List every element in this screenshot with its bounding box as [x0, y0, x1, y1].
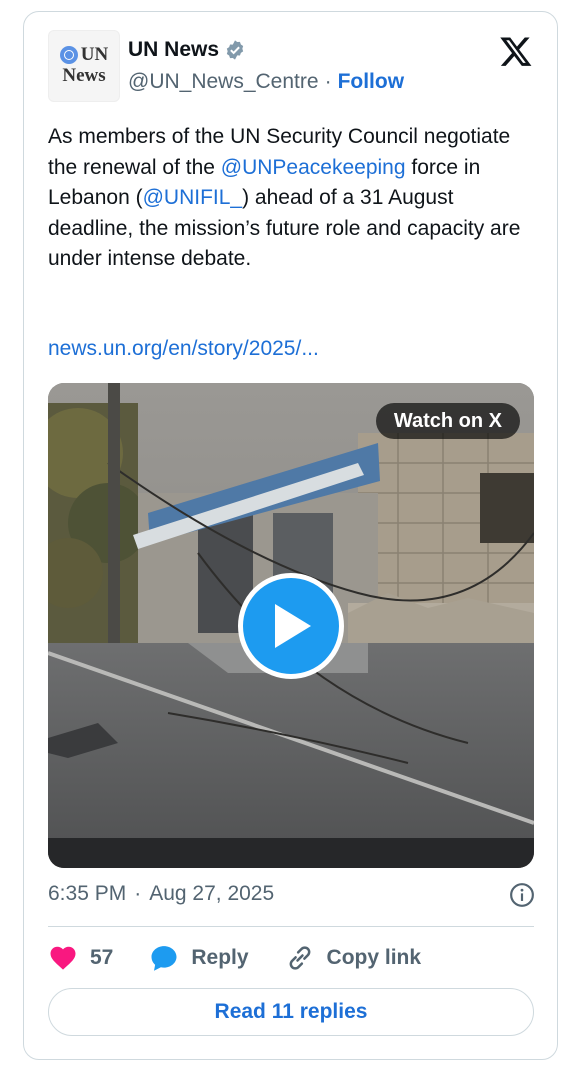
copy-link-button[interactable]: Copy link [285, 943, 422, 973]
avatar-text-news: News [62, 65, 106, 86]
tweet-time: 6:35 PM [48, 882, 127, 905]
play-button[interactable] [238, 573, 344, 679]
play-icon [275, 604, 311, 648]
author-name[interactable]: UN News [128, 38, 219, 62]
handle-separator: · [324, 70, 332, 93]
watch-on-x-button[interactable]: Watch on X [375, 403, 520, 439]
avatar[interactable]: UN News [48, 30, 120, 102]
tweet-date: Aug 27, 2025 [149, 882, 275, 905]
reply-label: Reply [191, 946, 249, 969]
copy-link-label: Copy link [326, 946, 422, 969]
timestamp-separator: · [134, 882, 142, 905]
mention-unifil[interactable]: @UNIFIL_ [143, 186, 243, 209]
follow-button[interactable]: Follow [338, 70, 405, 94]
mention-unpeacekeeping[interactable]: @UNPeacekeeping [221, 156, 406, 179]
article-link[interactable]: news.un.org/en/story/2025/... [48, 337, 319, 361]
reply-button[interactable]: Reply [149, 943, 249, 973]
tweet-timestamp[interactable]: 6:35 PM · Aug 27, 2025 [48, 882, 274, 906]
un-globe-icon [59, 46, 78, 64]
tweet-text: As members of the UN Security Council ne… [48, 122, 538, 275]
like-button[interactable]: 57 [48, 943, 113, 973]
verified-badge-icon [226, 40, 244, 60]
link-icon [289, 946, 310, 970]
author-handle[interactable]: @UN_News_Centre [128, 70, 319, 94]
handle-row: @UN_News_Centre · Follow [128, 70, 404, 94]
author-name-row: UN News [128, 38, 246, 62]
tweet-card: UN News UN News @UN_News_Centre · Follow… [23, 11, 558, 1060]
info-icon[interactable] [509, 882, 535, 908]
speech-bubble-icon [151, 946, 177, 971]
read-replies-button[interactable]: Read 11 replies [48, 988, 534, 1036]
avatar-text-un: UN [80, 44, 109, 65]
like-count: 57 [90, 946, 114, 969]
heart-icon [50, 946, 76, 970]
divider [48, 926, 534, 927]
action-bar: 57 Reply Copy link [48, 940, 457, 976]
x-logo-icon[interactable] [499, 34, 533, 68]
video-thumbnail[interactable]: Watch on X [48, 383, 534, 868]
